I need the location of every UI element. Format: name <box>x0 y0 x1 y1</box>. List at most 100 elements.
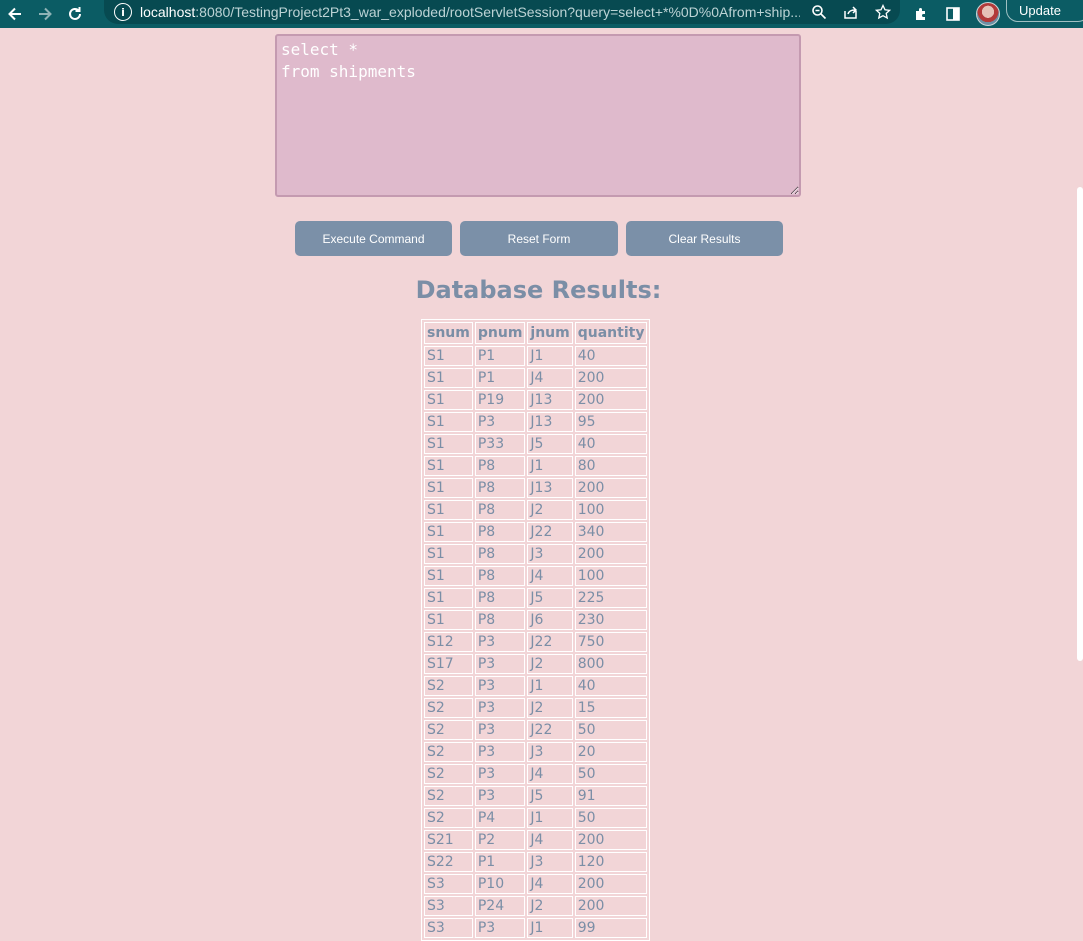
table-cell-quantity: 200 <box>574 874 648 894</box>
table-cell-pnum: P10 <box>474 874 526 894</box>
table-cell-pnum: P8 <box>474 566 526 586</box>
table-cell-quantity: 99 <box>574 918 648 938</box>
zoom-icon[interactable] <box>810 3 828 21</box>
table-cell-quantity: 50 <box>574 808 648 828</box>
header-row: snum pnum jnum quantity <box>424 322 648 344</box>
table-cell-pnum: P1 <box>474 346 526 366</box>
execute-command-button[interactable]: Execute Command <box>295 221 452 256</box>
table-cell-snum: S1 <box>424 500 473 520</box>
back-arrow-icon[interactable] <box>0 0 30 28</box>
table-cell-jnum: J13 <box>527 478 573 498</box>
table-cell-snum: S1 <box>424 346 473 366</box>
table-cell-jnum: J4 <box>527 830 573 850</box>
reload-icon[interactable] <box>60 0 90 28</box>
table-cell-snum: S21 <box>424 830 473 850</box>
table-row: S3 P3 J1 99 <box>424 918 648 938</box>
table-cell-jnum: J2 <box>527 500 573 520</box>
table-cell-pnum: P3 <box>474 786 526 806</box>
table-cell-pnum: P3 <box>474 742 526 762</box>
table-cell-quantity: 200 <box>574 390 648 410</box>
results-body: S1 P1 J1 40 S1 P1 J4 200 S1 P19 J13 200 S1 P3 J13 95 S1 P… <box>424 346 648 938</box>
table-row: S1 P8 J1 80 <box>424 456 648 476</box>
url-text: localhost:8080/TestingProject2Pt3_war_ex… <box>140 4 800 20</box>
table-cell-pnum: P8 <box>474 478 526 498</box>
table-row: S1 P8 J22 340 <box>424 522 648 542</box>
table-cell-snum: S2 <box>424 764 473 784</box>
profile-avatar[interactable] <box>976 2 1000 26</box>
table-cell-pnum: P8 <box>474 456 526 476</box>
table-cell-pnum: P8 <box>474 544 526 564</box>
table-cell-snum: S3 <box>424 918 473 938</box>
table-cell-jnum: J13 <box>527 390 573 410</box>
table-row: S1 P8 J3 200 <box>424 544 648 564</box>
table-cell-pnum: P3 <box>474 918 526 938</box>
table-row: S3 P24 J2 200 <box>424 896 648 916</box>
table-row: S22 P1 J3 120 <box>424 852 648 872</box>
button-row: Execute Command Reset Form Clear Results <box>295 221 783 256</box>
table-cell-snum: S1 <box>424 412 473 432</box>
table-cell-pnum: P8 <box>474 610 526 630</box>
table-cell-jnum: J5 <box>527 786 573 806</box>
table-cell-snum: S1 <box>424 522 473 542</box>
table-row: S2 P3 J5 91 <box>424 786 648 806</box>
table-row: S1 P1 J1 40 <box>424 346 648 366</box>
table-row: S2 P4 J1 50 <box>424 808 648 828</box>
table-cell-jnum: J22 <box>527 720 573 740</box>
table-row: S2 P3 J22 50 <box>424 720 648 740</box>
clear-results-button[interactable]: Clear Results <box>626 221 783 256</box>
table-cell-snum: S12 <box>424 632 473 652</box>
table-cell-snum: S2 <box>424 786 473 806</box>
address-bar[interactable]: i localhost:8080/TestingProject2Pt3_war_… <box>104 0 900 24</box>
browser-toolbar: i localhost:8080/TestingProject2Pt3_war_… <box>0 0 1083 28</box>
share-icon[interactable] <box>842 3 860 21</box>
table-cell-jnum: J6 <box>527 610 573 630</box>
update-button[interactable]: Update <box>1006 0 1083 22</box>
reset-form-button[interactable]: Reset Form <box>460 221 618 256</box>
table-cell-snum: S2 <box>424 676 473 696</box>
table-row: S2 P3 J1 40 <box>424 676 648 696</box>
table-cell-pnum: P1 <box>474 852 526 872</box>
table-row: S17 P3 J2 800 <box>424 654 648 674</box>
table-cell-jnum: J3 <box>527 742 573 762</box>
table-row: S1 P8 J6 230 <box>424 610 648 630</box>
table-cell-pnum: P3 <box>474 632 526 652</box>
table-cell-jnum: J2 <box>527 654 573 674</box>
column-header-quantity: quantity <box>574 322 648 344</box>
side-panel-icon[interactable] <box>944 5 962 23</box>
star-icon[interactable] <box>874 3 892 21</box>
table-cell-snum: S22 <box>424 852 473 872</box>
table-cell-quantity: 200 <box>574 368 648 388</box>
extensions-icon[interactable] <box>912 5 930 23</box>
table-cell-snum: S1 <box>424 544 473 564</box>
table-cell-snum: S1 <box>424 566 473 586</box>
table-cell-quantity: 80 <box>574 456 648 476</box>
table-cell-snum: S1 <box>424 434 473 454</box>
column-header-jnum: jnum <box>527 322 573 344</box>
column-header-snum: snum <box>424 322 473 344</box>
table-cell-snum: S3 <box>424 896 473 916</box>
table-cell-jnum: J22 <box>527 522 573 542</box>
forward-arrow-icon[interactable] <box>30 0 60 28</box>
results-table: snum pnum jnum quantity S1 P1 J1 40 S1 P1 J4 200 S1… <box>421 319 651 941</box>
table-cell-quantity: 40 <box>574 434 648 454</box>
info-icon[interactable]: i <box>114 3 132 21</box>
table-row: S1 P33 J5 40 <box>424 434 648 454</box>
table-cell-quantity: 50 <box>574 764 648 784</box>
table-cell-quantity: 200 <box>574 830 648 850</box>
table-cell-snum: S2 <box>424 698 473 718</box>
table-cell-pnum: P19 <box>474 390 526 410</box>
table-cell-jnum: J22 <box>527 632 573 652</box>
table-cell-snum: S1 <box>424 610 473 630</box>
table-row: S2 P3 J3 20 <box>424 742 648 762</box>
table-cell-pnum: P33 <box>474 434 526 454</box>
table-cell-snum: S1 <box>424 368 473 388</box>
table-cell-pnum: P3 <box>474 412 526 432</box>
table-cell-jnum: J1 <box>527 918 573 938</box>
table-cell-quantity: 91 <box>574 786 648 806</box>
table-cell-quantity: 50 <box>574 720 648 740</box>
table-row: S1 P8 J13 200 <box>424 478 648 498</box>
page-scrollbar[interactable] <box>1077 187 1083 661</box>
table-cell-snum: S2 <box>424 742 473 762</box>
table-cell-pnum: P8 <box>474 522 526 542</box>
query-input[interactable]: select * from shipments <box>275 34 801 197</box>
